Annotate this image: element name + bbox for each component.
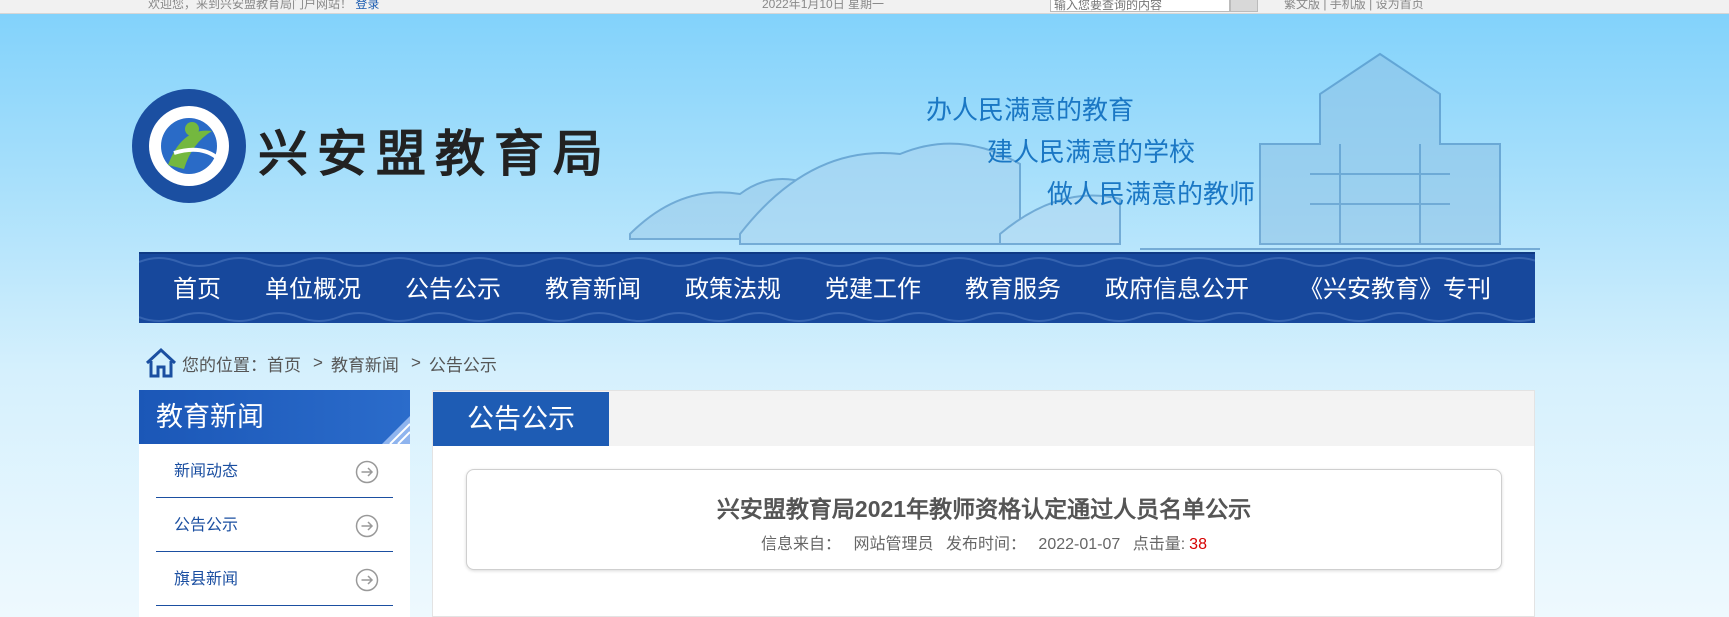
search-button[interactable] <box>1230 0 1258 12</box>
nav-item-overview[interactable]: 单位概况 <box>265 254 361 325</box>
breadcrumb-separator: > <box>313 353 323 372</box>
current-date: 2022年1月10日 星期一 <box>762 0 885 11</box>
sidebar-item-news-updates[interactable]: 新闻动态 <box>156 444 393 498</box>
main-navigation: 首页 单位概况 公告公示 教育新闻 政策法规 党建工作 教育服务 政府信息公开 … <box>139 252 1535 323</box>
sidebar-item-label: 新闻动态 <box>174 463 239 480</box>
main-content: 公告公示 兴安盟教育局2021年教师资格认定通过人员名单公示 信息来自： 网站管… <box>432 390 1535 617</box>
breadcrumb: 您的位置： 首页 > 教育新闻 > 公告公示 <box>144 346 497 380</box>
site-logo-text: 兴安盟教育局 <box>258 125 612 183</box>
article-title: 兴安盟教育局2021年教师资格认定通过人员名单公示 <box>716 496 1252 522</box>
arrow-right-circle-icon <box>355 460 379 484</box>
sidebar-item-label: 公告公示 <box>174 517 239 534</box>
welcome-message: 欢迎您，来到兴安盟教育局门户网站！ <box>148 0 353 11</box>
nav-item-government-info[interactable]: 政府信息公开 <box>1105 254 1249 325</box>
sidebar: 教育新闻 新闻动态 公告公示 旗县新闻 <box>139 390 410 617</box>
breadcrumb-item-home[interactable]: 首页 <box>267 351 301 376</box>
welcome-text: 欢迎您，来到兴安盟教育局门户网站！ 登录 <box>148 0 379 12</box>
sidebar-title-text: 教育新闻 <box>156 402 264 432</box>
sidebar-item-county-news[interactable]: 旗县新闻 <box>156 552 393 606</box>
nav-item-policies[interactable]: 政策法规 <box>685 254 781 325</box>
nav-item-journal[interactable]: 《兴安教育》专刊 <box>1299 254 1491 325</box>
breadcrumb-item-education-news[interactable]: 教育新闻 <box>331 351 399 376</box>
arrow-right-circle-icon <box>355 568 379 592</box>
slogan-3: 做人民满意的教师 <box>1047 179 1256 209</box>
nav-item-announcements[interactable]: 公告公示 <box>405 254 501 325</box>
article-header-card: 兴安盟教育局2021年教师资格认定通过人员名单公示 信息来自： 网站管理员 发布… <box>466 469 1502 570</box>
site-header: 兴安盟教育局 办人民满意的教育 建人民满意的学校 做人民满意的教师 <box>0 14 1729 250</box>
nav-item-education-news[interactable]: 教育新闻 <box>545 254 641 325</box>
slogan-2: 建人民满意的学校 <box>987 137 1196 167</box>
tab-announcements[interactable]: 公告公示 <box>433 392 609 446</box>
breadcrumb-prefix: 您的位置： <box>182 355 267 375</box>
sidebar-title: 教育新闻 <box>139 390 410 444</box>
sidebar-menu: 新闻动态 公告公示 旗县新闻 <box>139 444 410 606</box>
views-count: 38 <box>1189 536 1207 553</box>
date-label: 发布时间： <box>945 536 1026 553</box>
top-utility-bar: 欢迎您，来到兴安盟教育局门户网站！ 登录 2022年1月10日 星期一 繁文版 … <box>0 0 1729 14</box>
breadcrumb-separator: > <box>410 353 421 372</box>
sidebar-item-announcements[interactable]: 公告公示 <box>156 498 393 552</box>
nav-item-education-services[interactable]: 教育服务 <box>965 254 1061 325</box>
nav-item-home[interactable]: 首页 <box>173 254 221 325</box>
breadcrumb-item-announcements[interactable]: 公告公示 <box>429 351 497 376</box>
date-value: 2022-01-07 <box>1038 536 1121 553</box>
login-link[interactable]: 登录 <box>355 0 379 11</box>
sidebar-item-label: 旗县新闻 <box>174 571 239 588</box>
views-label: 点击量: <box>1132 536 1186 553</box>
source-value: 网站管理员 <box>853 536 934 553</box>
search-input[interactable] <box>1050 0 1230 12</box>
corner-decoration-icon <box>382 416 410 444</box>
arrow-right-circle-icon <box>355 514 379 538</box>
top-links[interactable]: 繁文版 | 手机版 | 设为首页 <box>1284 0 1424 12</box>
home-icon <box>145 347 177 378</box>
nav-list: 首页 单位概况 公告公示 教育新闻 政策法规 党建工作 教育服务 政府信息公开 … <box>139 254 1535 325</box>
source-label: 信息来自： <box>761 536 842 553</box>
slogan-1: 办人民满意的教育 <box>926 95 1135 125</box>
article-meta: 信息来自： 网站管理员 发布时间： 2022-01-07 点击量: 38 <box>467 530 1501 554</box>
content-tab-bar: 公告公示 <box>433 391 1534 446</box>
education-bureau-emblem <box>132 89 246 203</box>
nav-item-party-building[interactable]: 党建工作 <box>825 254 921 325</box>
